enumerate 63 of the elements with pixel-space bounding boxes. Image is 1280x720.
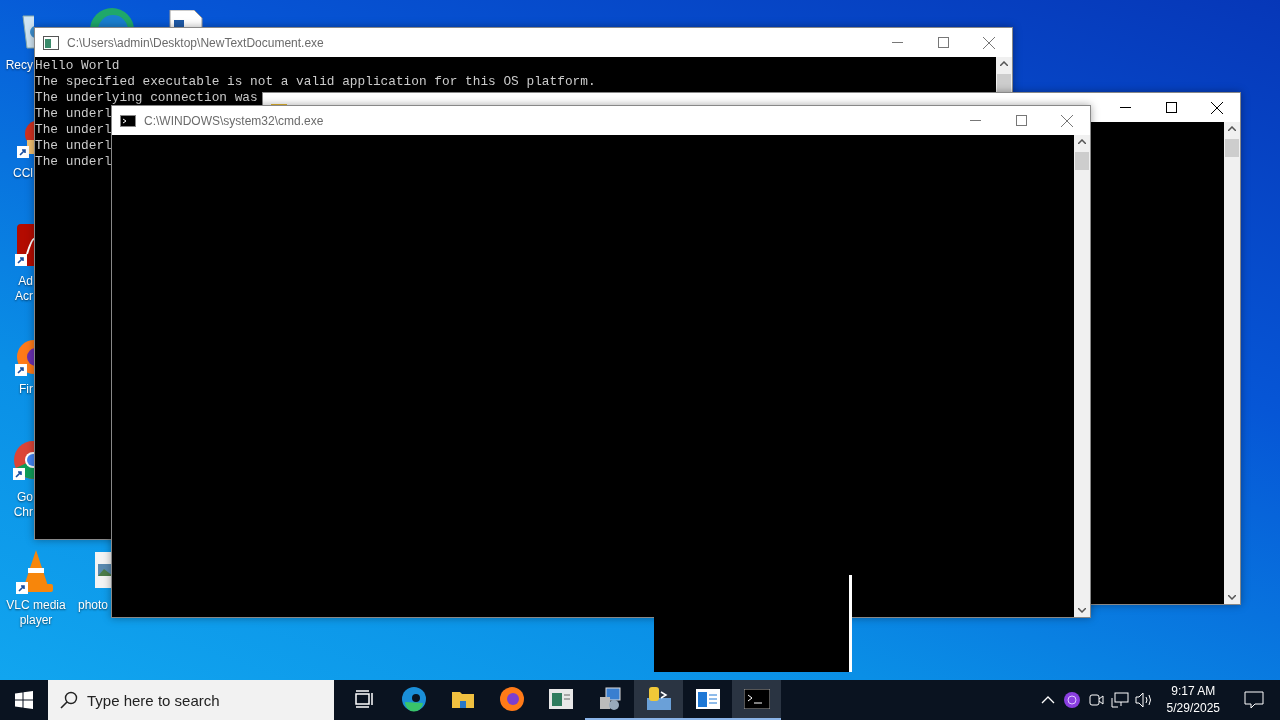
console-text: The specified executable is not a valid application for this OS platform. [35,74,596,89]
console-text: Hello World [35,58,120,73]
image-file-icon[interactable] [95,552,111,588]
icon-label: Fir [19,382,33,396]
console-text: The underl [35,106,112,121]
scroll-up-icon[interactable] [1078,139,1086,144]
icon-label: CCl [13,166,33,180]
camera-icon[interactable] [1086,691,1105,709]
traffic-cone-icon[interactable] [16,548,56,594]
scroll-down-icon[interactable] [1078,608,1086,613]
icon-label: Chr [13,505,33,519]
console-icon [743,689,770,709]
icon-label: Acr [15,289,33,303]
scrollbar-thumb[interactable] [1075,152,1089,170]
window-app-icon [43,35,59,50]
window-title: C:\WINDOWS\system32\cmd.exe [144,113,325,128]
windows-logo-icon [15,691,33,709]
icon-label: Ad [18,274,33,288]
search-icon [60,691,78,709]
console-text: The underlying connection was [35,90,258,105]
close-icon [983,36,995,49]
document-window-icon [695,689,720,709]
console-text: The underl [35,154,112,169]
window-title: C:\Users\admin\Desktop\NewTextDocument.exe [67,35,325,50]
icon-label: photo [78,598,109,612]
folder-icon [450,689,475,709]
clock[interactable]: 9:17 AM 5/29/2025 [1158,683,1228,717]
icon-label: player [19,613,53,627]
clock-time: 9:17 AM [1171,683,1216,700]
volume-icon[interactable] [1134,691,1153,709]
installer-icon [597,687,622,711]
task-view-icon [354,690,375,708]
window-app-icon [548,689,573,709]
clock-date: 5/29/2025 [1166,700,1220,717]
close-icon [1211,101,1223,114]
icon-label: Recy [5,58,33,72]
scroll-up-icon[interactable] [1228,126,1236,131]
icon-label: Go [17,490,33,504]
console-icon [120,114,136,127]
maximize-icon [1015,115,1027,126]
taskbar-button[interactable] [732,680,781,720]
icon-label: VLC media [6,598,66,612]
taskbar-button[interactable] [634,680,683,720]
python-folder-icon [645,686,672,712]
app-tray-icon[interactable] [1062,691,1081,709]
maximize-icon [937,37,949,48]
scroll-down-icon[interactable] [1228,595,1236,600]
minimize-icon [969,120,981,121]
minimize-icon [1119,107,1131,108]
close-icon [1061,114,1073,127]
scrollbar-thumb[interactable] [997,74,1011,92]
document-app-icon[interactable] [15,224,34,266]
scroll-up-icon[interactable] [1000,61,1008,66]
document-file-icon[interactable] [166,10,204,27]
search-field[interactable]: Type here to search [48,680,334,720]
console-text: The underl [35,138,112,153]
minimize-icon [891,42,903,43]
browser-icon [498,686,525,712]
maximize-icon [1165,102,1177,113]
network-icon[interactable] [1110,691,1129,709]
console-text: The underl [35,122,112,137]
browser-icon [400,686,427,712]
scrollbar-thumb[interactable] [1225,139,1239,157]
